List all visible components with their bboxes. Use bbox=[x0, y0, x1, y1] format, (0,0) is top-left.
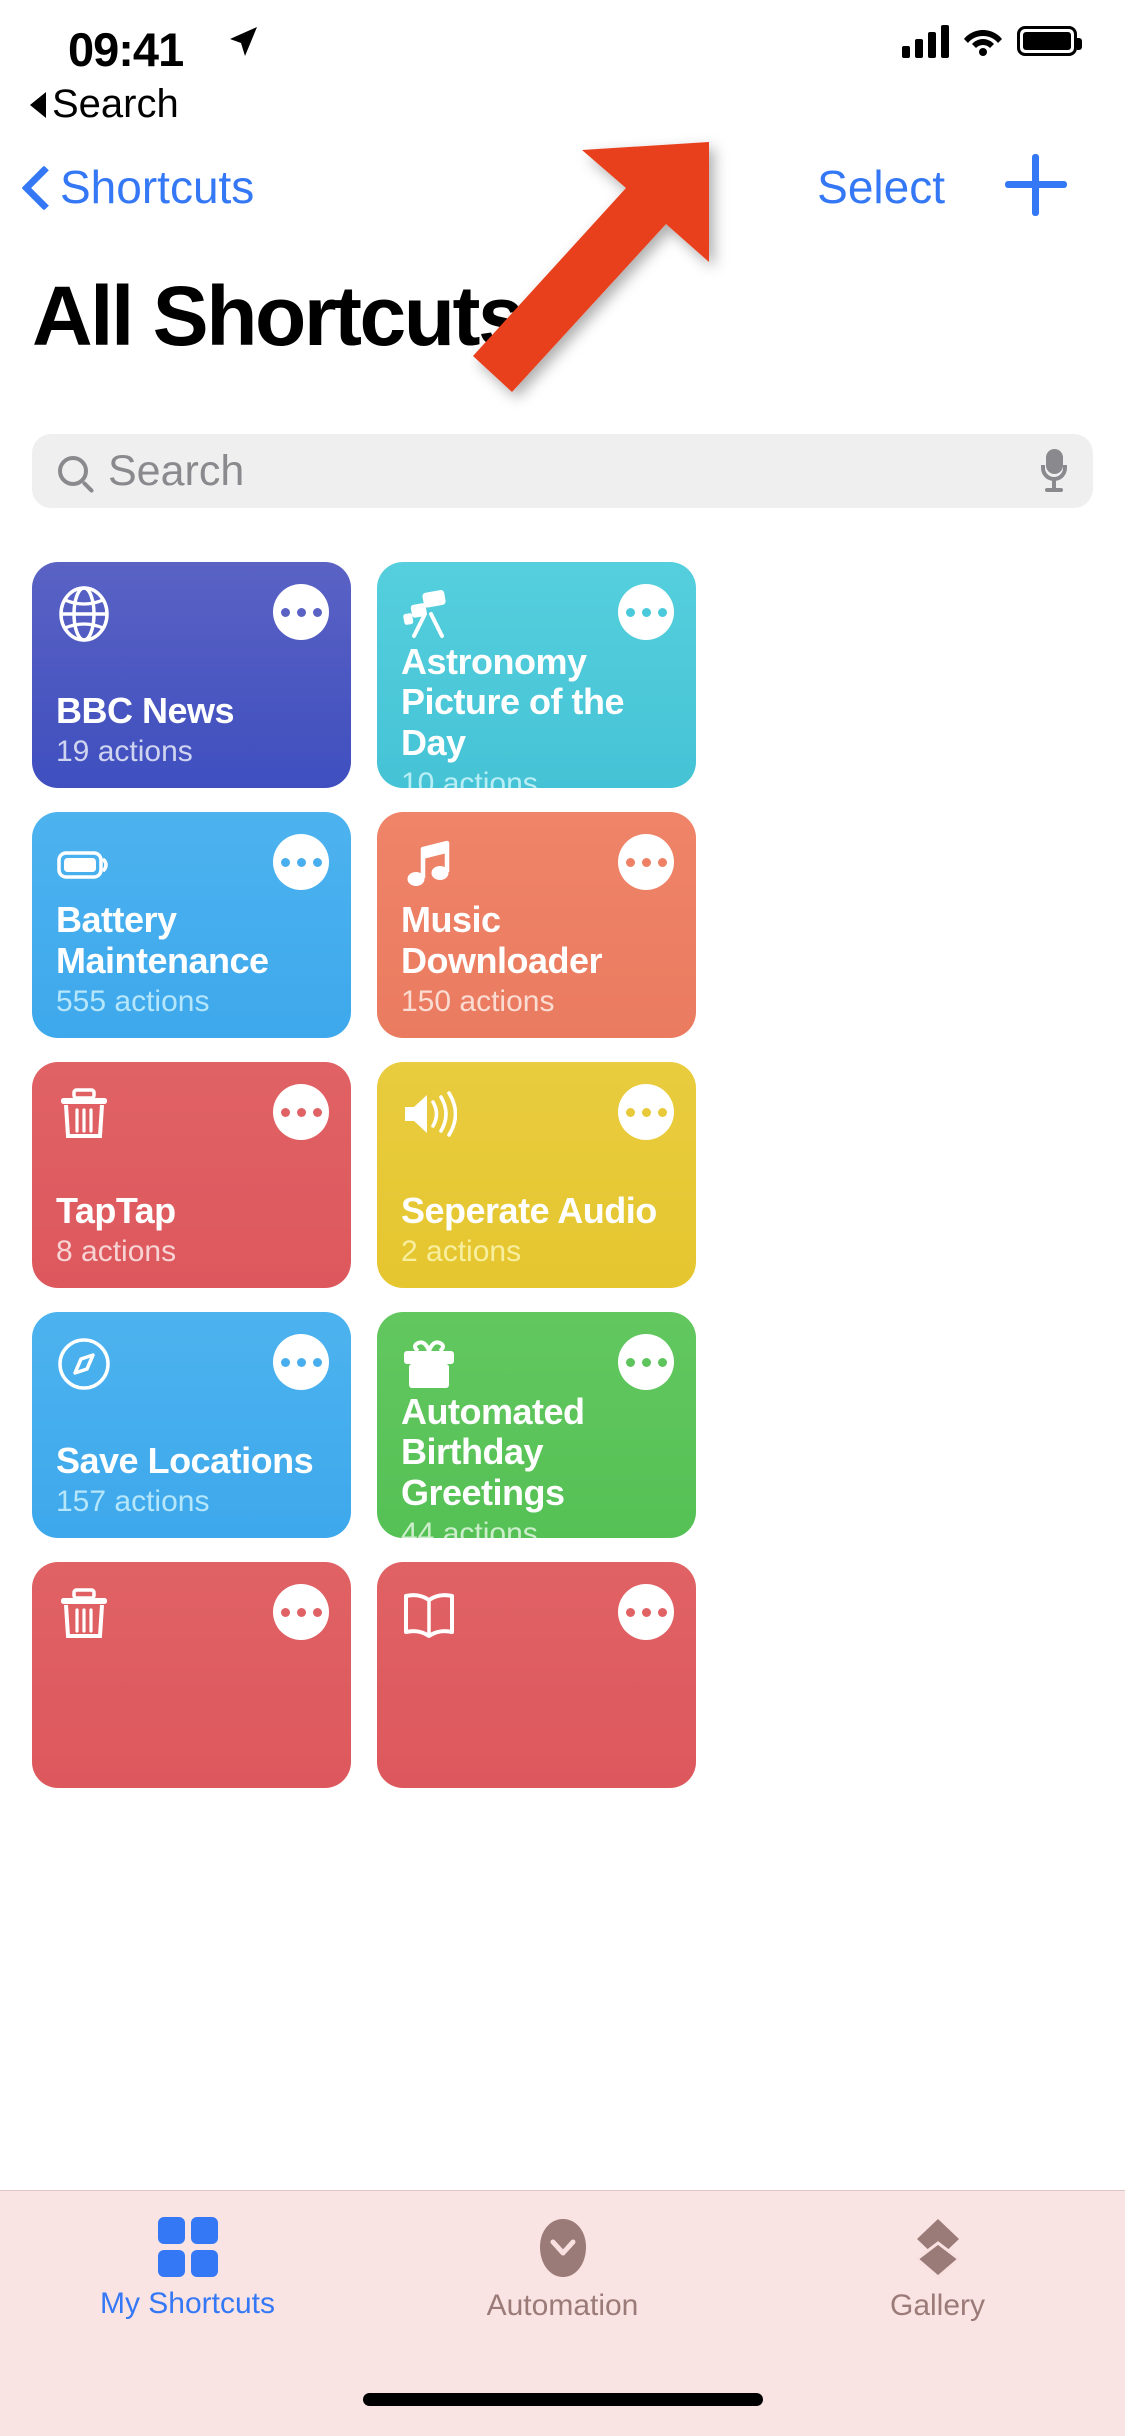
select-button[interactable]: Select bbox=[817, 160, 945, 214]
card-spacer bbox=[401, 1642, 672, 1764]
shortcut-more-options-button[interactable] bbox=[273, 1584, 329, 1640]
globe-icon bbox=[56, 586, 112, 642]
compass-icon bbox=[56, 1336, 112, 1392]
shortcut-action-count: 157 actions bbox=[56, 1485, 210, 1518]
add-shortcut-button[interactable] bbox=[1005, 154, 1067, 216]
gift-icon bbox=[401, 1336, 457, 1392]
tab-gallery[interactable]: Gallery bbox=[750, 2191, 1125, 2323]
shortcut-action-count: 555 actions bbox=[56, 985, 210, 1018]
back-button-shortcuts[interactable]: Shortcuts bbox=[24, 160, 254, 214]
grid-squares-icon bbox=[157, 2217, 218, 2277]
card-spacer bbox=[56, 642, 327, 691]
card-spacer bbox=[56, 1392, 327, 1441]
back-button-label: Shortcuts bbox=[60, 161, 255, 213]
tab-automation-label: Automation bbox=[486, 2289, 639, 2322]
shortcut-card[interactable]: Astronomy Picture of the Day 10 actions bbox=[377, 562, 696, 788]
cellular-bars-icon bbox=[902, 24, 949, 58]
shortcut-action-count: 8 actions bbox=[56, 1235, 177, 1268]
navigation-bar: Shortcuts Select bbox=[0, 154, 1125, 250]
shortcut-more-options-button[interactable] bbox=[273, 584, 329, 640]
card-spacer bbox=[56, 1142, 327, 1191]
shortcuts-grid: BBC News 19 actions Astronomy Picture of … bbox=[32, 562, 1093, 1788]
battery-icon bbox=[56, 836, 112, 892]
shortcut-action-count: 2 actions bbox=[401, 1235, 522, 1268]
card-spacer bbox=[401, 1142, 672, 1191]
shortcut-title: Astronomy Picture of the Day bbox=[401, 641, 625, 763]
shortcut-more-options-button[interactable] bbox=[618, 834, 674, 890]
status-bar: 09:41 Search bbox=[0, 0, 1125, 132]
tab-gallery-label: Gallery bbox=[889, 2289, 986, 2322]
shortcut-card[interactable]: TapTap 8 actions bbox=[32, 1062, 351, 1288]
shortcut-more-options-button[interactable] bbox=[273, 1334, 329, 1390]
tab-my-shortcuts[interactable]: My Shortcuts bbox=[0, 2191, 375, 2321]
card-spacer bbox=[56, 1642, 327, 1764]
back-to-app-indicator[interactable]: Search bbox=[30, 82, 179, 127]
shortcut-title: Music Downloader bbox=[401, 899, 603, 981]
shortcut-card[interactable] bbox=[32, 1562, 351, 1788]
telescope-icon bbox=[401, 586, 457, 642]
shortcut-card[interactable]: Battery Maintenance 555 actions bbox=[32, 812, 351, 1038]
shortcut-card[interactable]: Automated Birthday Greetings 44 actions bbox=[377, 1312, 696, 1538]
battery-full-icon bbox=[1017, 26, 1082, 56]
music-note-icon bbox=[401, 836, 457, 892]
wifi-icon bbox=[964, 30, 1002, 56]
search-placeholder: Search bbox=[108, 446, 245, 495]
back-triangle-icon bbox=[30, 91, 46, 118]
microphone-icon[interactable] bbox=[1041, 449, 1067, 493]
shortcut-more-options-button[interactable] bbox=[618, 1334, 674, 1390]
shortcut-action-count: 150 actions bbox=[401, 985, 555, 1018]
location-arrow-icon bbox=[230, 27, 257, 56]
gallery-layers-icon bbox=[914, 2219, 961, 2279]
shortcut-more-options-button[interactable] bbox=[273, 834, 329, 890]
shortcut-title: Automated Birthday Greetings bbox=[401, 1391, 585, 1513]
status-bar-indicators bbox=[902, 24, 1082, 58]
tab-my-shortcuts-label: My Shortcuts bbox=[99, 2287, 276, 2320]
shortcut-more-options-button[interactable] bbox=[273, 1084, 329, 1140]
shortcuts-app-screen: 09:41 Search Shortcuts Select All Shortc… bbox=[0, 0, 1125, 2436]
shortcut-title: Save Locations bbox=[56, 1439, 314, 1481]
shortcut-action-count: 44 actions bbox=[401, 1516, 538, 1538]
trash-icon bbox=[56, 1086, 112, 1142]
shortcut-title: Battery Maintenance bbox=[56, 899, 269, 981]
tab-automation[interactable]: Automation bbox=[375, 2191, 750, 2323]
back-to-app-label: Search bbox=[52, 82, 179, 126]
home-indicator bbox=[362, 2393, 763, 2406]
search-input[interactable]: Search bbox=[32, 434, 1093, 508]
shortcut-title: Seperate Audio bbox=[401, 1189, 657, 1231]
shortcut-more-options-button[interactable] bbox=[618, 1584, 674, 1640]
shortcut-more-options-button[interactable] bbox=[618, 584, 674, 640]
shortcut-action-count: 19 actions bbox=[56, 735, 193, 768]
chevron-left-icon bbox=[24, 167, 46, 207]
shortcut-card[interactable]: Music Downloader 150 actions bbox=[377, 812, 696, 1038]
shortcut-card[interactable]: Save Locations 157 actions bbox=[32, 1312, 351, 1538]
shortcut-card[interactable]: BBC News 19 actions bbox=[32, 562, 351, 788]
status-bar-time: 09:41 bbox=[68, 23, 184, 76]
page-title: All Shortcuts bbox=[32, 269, 525, 363]
automation-check-icon bbox=[539, 2219, 586, 2277]
shortcut-card[interactable]: Seperate Audio 2 actions bbox=[377, 1062, 696, 1288]
shortcut-action-count: 10 actions bbox=[401, 766, 538, 788]
shortcut-title: BBC News bbox=[56, 689, 235, 731]
shortcut-more-options-button[interactable] bbox=[618, 1084, 674, 1140]
trash-icon bbox=[56, 1586, 112, 1642]
shortcut-title: TapTap bbox=[56, 1189, 176, 1231]
speaker-wave-icon bbox=[401, 1086, 458, 1142]
book-icon bbox=[401, 1586, 457, 1642]
shortcut-card[interactable] bbox=[377, 1562, 696, 1788]
magnifying-glass-icon bbox=[58, 456, 88, 486]
